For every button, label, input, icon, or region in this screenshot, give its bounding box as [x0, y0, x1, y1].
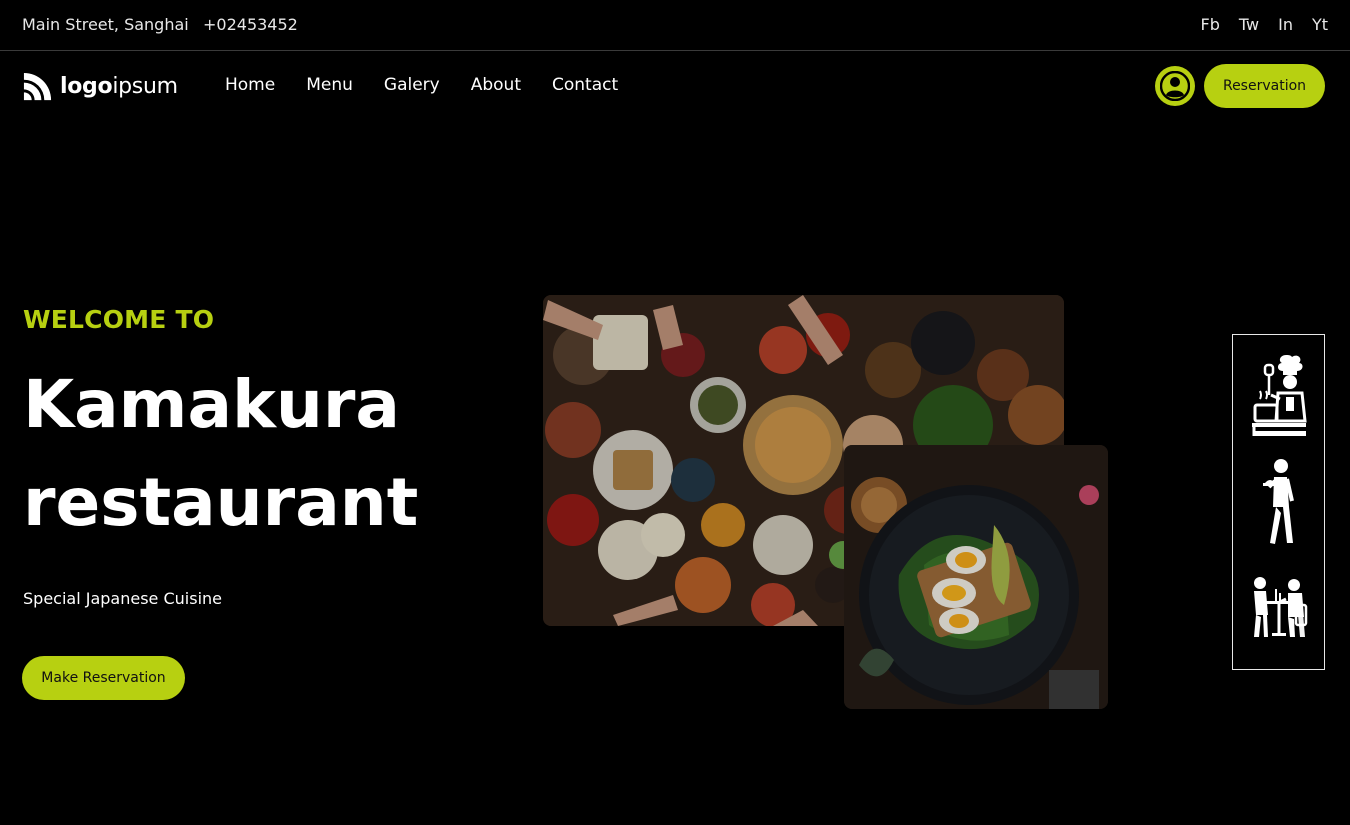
user-icon [1160, 71, 1190, 101]
phone-number[interactable]: +02453452 [203, 15, 298, 34]
nav-item-galery[interactable]: Galery [384, 75, 440, 95]
social-link-twitter[interactable]: Tw [1239, 15, 1259, 34]
main-navbar: logoipsum Home Menu Galery About Contact… [0, 51, 1350, 121]
nav-item-contact[interactable]: Contact [552, 75, 618, 95]
chef-icon [1233, 353, 1324, 441]
social-link-linkedin[interactable]: In [1278, 15, 1293, 34]
nav-item-about[interactable]: About [471, 75, 521, 95]
reservation-button[interactable]: Reservation [1204, 64, 1325, 108]
hero-subtitle: Special Japanese Cuisine [23, 589, 222, 608]
waiter-icon [1233, 457, 1324, 549]
logo-text: logoipsum [60, 74, 178, 99]
hero-title-line2: restaurant [23, 464, 419, 541]
social-link-facebook[interactable]: Fb [1201, 15, 1220, 34]
nav-item-menu[interactable]: Menu [306, 75, 353, 95]
nav-item-home[interactable]: Home [225, 75, 275, 95]
service-icon-panel [1232, 334, 1325, 670]
dining-couple-icon [1233, 575, 1324, 639]
make-reservation-button[interactable]: Make Reservation [22, 656, 185, 700]
hero-title-line1: Kamakura [23, 366, 400, 443]
top-info-bar: Main Street, Sanghai +02453452 Fb Tw In … [0, 0, 1350, 51]
welcome-eyebrow: WELCOME TO [23, 305, 215, 334]
address-text: Main Street, Sanghai [22, 15, 189, 34]
social-link-youtube[interactable]: Yt [1312, 15, 1328, 34]
logo-mark-icon [23, 72, 52, 101]
egg-spinach-toast-photo [844, 445, 1108, 709]
logo[interactable]: logoipsum [22, 71, 178, 102]
user-account-button[interactable] [1155, 66, 1195, 106]
social-links: Fb Tw In Yt [1201, 15, 1328, 34]
nav-menu: Home Menu Galery About Contact [225, 75, 618, 95]
